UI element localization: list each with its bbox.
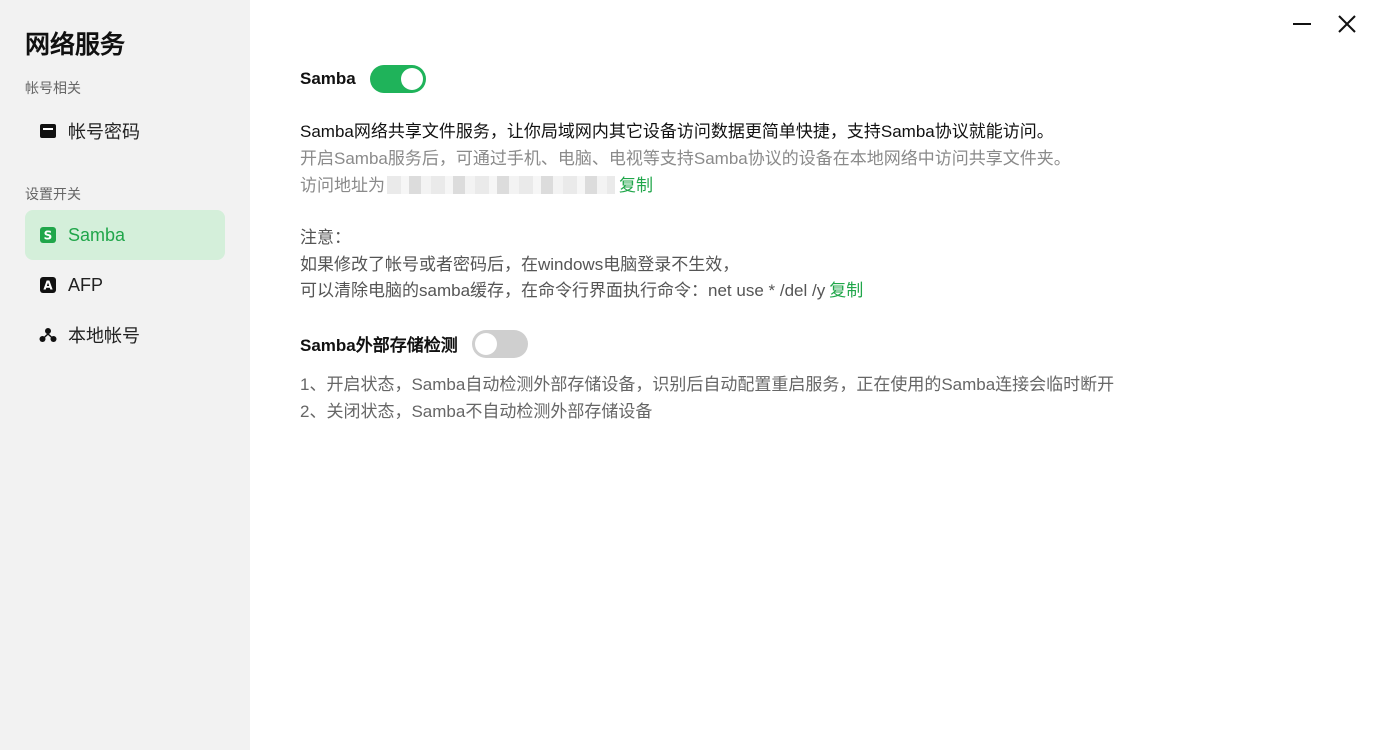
sidebar-item-label: AFP: [68, 274, 104, 295]
samba-row: Samba: [300, 64, 1300, 94]
minimize-icon: [1292, 14, 1312, 39]
sidebar-item-label: Samba: [68, 224, 126, 245]
svg-text:A: A: [43, 279, 53, 293]
sidebar: 网络服务 帐号相关 帐号密码 设置开关 S Samba A AFP 本地帐号: [0, 0, 250, 750]
note-title: 注意：: [300, 228, 351, 247]
external-line-1: 1、开启状态，Samba自动检测外部存储设备，识别后自动配置重启服务，正在使用的…: [300, 374, 1115, 394]
external-storage-label: Samba外部存储检测: [300, 336, 458, 355]
users-icon: [39, 326, 57, 344]
sidebar-item-account-password[interactable]: 帐号密码: [25, 106, 225, 156]
minimize-button[interactable]: [1290, 14, 1314, 38]
sidebar-item-label: 帐号密码: [68, 122, 140, 142]
main-panel: Samba Samba网络共享文件服务，让你局域网内其它设备访问数据更简单快捷，…: [250, 0, 1375, 750]
access-address-row: 访问地址为 复制: [300, 172, 1300, 199]
external-storage-toggle[interactable]: [471, 329, 528, 358]
note-line-2: 可以清除电脑的samba缓存，在命令行界面执行命令：net use * /del…: [300, 281, 826, 300]
samba-label: Samba: [300, 69, 356, 88]
close-button[interactable]: [1335, 14, 1359, 38]
card-icon: [39, 122, 57, 140]
toggle-knob: [400, 68, 423, 90]
access-address-value: [387, 176, 615, 194]
sidebar-item-local-account[interactable]: 本地帐号: [25, 310, 225, 360]
sidebar-item-afp[interactable]: A AFP: [25, 260, 225, 310]
copy-command-link[interactable]: 复制: [829, 281, 863, 300]
note-line-2-row: 可以清除电脑的samba缓存，在命令行界面执行命令：net use * /del…: [300, 278, 1300, 305]
close-icon: [1337, 14, 1357, 39]
sidebar-title: 网络服务: [25, 31, 126, 59]
app-window: 网络服务 帐号相关 帐号密码 设置开关 S Samba A AFP 本地帐号 S…: [0, 0, 1375, 750]
sidebar-item-label: 本地帐号: [68, 326, 140, 346]
samba-settings: Samba Samba网络共享文件服务，让你局域网内其它设备访问数据更简单快捷，…: [300, 64, 1300, 425]
section-label-account: 帐号相关: [25, 80, 81, 96]
access-address-label: 访问地址为: [300, 176, 385, 195]
note-block: 注意： 如果修改了帐号或者密码后，在windows电脑登录不生效， 可以清除电脑…: [300, 225, 1300, 305]
samba-toggle[interactable]: [369, 65, 426, 93]
external-storage-description: 1、开启状态，Samba自动检测外部存储设备，识别后自动配置重启服务，正在使用的…: [300, 371, 1300, 425]
samba-s-icon: S: [39, 226, 57, 244]
afp-a-icon: A: [39, 276, 57, 294]
sidebar-item-samba[interactable]: S Samba: [25, 210, 225, 260]
note-line-1: 如果修改了帐号或者密码后，在windows电脑登录不生效，: [300, 254, 740, 274]
copy-address-link[interactable]: 复制: [619, 176, 653, 195]
external-storage-row: Samba外部存储检测: [300, 329, 1300, 359]
samba-description: Samba网络共享文件服务，让你局域网内其它设备访问数据更简单快捷，支持Samb…: [300, 122, 1054, 141]
samba-sub-description: 开启Samba服务后，可通过手机、电脑、电视等支持Samba协议的设备在本地网络…: [300, 149, 1071, 168]
svg-text:S: S: [44, 229, 53, 243]
section-label-settings: 设置开关: [25, 186, 81, 202]
toggle-knob: [474, 332, 497, 355]
external-line-2: 2、关闭状态，Samba不自动检测外部存储设备: [300, 401, 653, 421]
